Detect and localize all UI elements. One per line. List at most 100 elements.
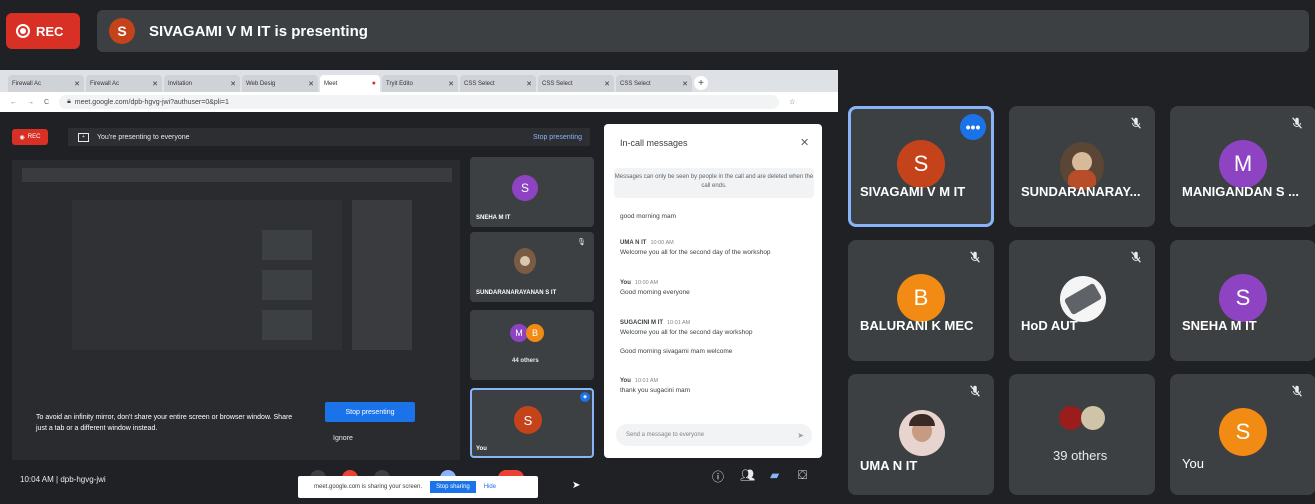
participant-name: UMA N IT	[860, 458, 918, 473]
presenting-banner: S SIVAGAMI V M IT is presenting	[97, 10, 1309, 52]
presenting-text: SIVAGAMI V M IT is presenting	[149, 22, 368, 40]
chat-message: good morning mam	[620, 213, 676, 220]
mirror-tile	[262, 270, 312, 300]
participant-photo	[1060, 142, 1104, 190]
browser-tab[interactable]: Firewall Ac ✕	[86, 75, 162, 92]
mic-off-icon	[1292, 117, 1302, 129]
back-arrow-icon[interactable]: ←	[10, 99, 17, 106]
browser-tab[interactable]: Web Desig ✕	[242, 75, 318, 92]
close-icon[interactable]: ✕	[604, 80, 610, 88]
mirror-tile	[262, 310, 312, 340]
browser-tab-active[interactable]: Meet ●	[320, 75, 380, 92]
meeting-info: 10:04 AM | dpb-hgvg-jwi	[20, 475, 106, 484]
participant-photo	[1060, 276, 1106, 322]
participant-avatar: S	[897, 140, 945, 188]
more-options-icon[interactable]: •••	[960, 114, 986, 140]
chat-icon[interactable]: ▰	[770, 468, 779, 482]
info-icon[interactable]: ⓘ	[712, 468, 724, 485]
participant-photo	[1081, 406, 1105, 430]
chat-message: Good morning sivagami mam welcome	[620, 348, 733, 355]
in-call-messages-panel: In-call messages ✕ Messages can only be …	[604, 124, 822, 458]
reload-icon[interactable]: C	[44, 99, 49, 106]
close-icon[interactable]: ✕	[74, 80, 80, 88]
people-icon[interactable]: 👥︎	[740, 468, 755, 482]
participant-tile[interactable]: HoD AUT	[1009, 240, 1155, 361]
url-field[interactable]: 🔒︎ meet.google.com/dpb-hgvg-jwi?authuser=…	[59, 95, 780, 109]
star-icon[interactable]: ☆	[789, 98, 795, 106]
participant-tile[interactable]: M MANIGANDAN S ...	[1170, 106, 1315, 227]
stop-presenting-button[interactable]: Stop presenting	[325, 402, 415, 422]
browser-tab[interactable]: CSS Select ✕	[616, 75, 692, 92]
chat-message: You 10:01 AM thank you sugacini mam	[620, 378, 691, 394]
browser-tab-strip: Firewall Ac ✕ Firewall Ac ✕ Invitation ✕ We…	[0, 70, 838, 92]
stop-sharing-button[interactable]: Stop sharing	[430, 481, 476, 493]
participant-avatar: B	[526, 324, 544, 342]
inner-stop-presenting-link[interactable]: Stop presenting	[533, 134, 582, 141]
mouse-cursor-icon: ➤	[572, 480, 581, 491]
chat-message: UMA N IT 10:00 AM Welcome you all for the…	[620, 240, 771, 256]
screen-sharing-bar: meet.google.com is sharing your screen. …	[298, 476, 538, 498]
close-icon[interactable]: ✕	[526, 80, 532, 88]
present-screen-icon: +	[78, 132, 89, 142]
browser-tab[interactable]: Tryit Edito ✕	[382, 75, 458, 92]
inner-participant-tile-self: S ◆ You	[470, 388, 594, 458]
chat-message-input[interactable]: Send a message to everyone ➤	[616, 424, 812, 446]
participant-name: 44 others	[512, 358, 539, 364]
browser-tab[interactable]: CSS Select ✕	[460, 75, 536, 92]
close-icon[interactable]: ✕	[800, 136, 809, 149]
participant-tile-self[interactable]: S You	[1170, 374, 1315, 495]
others-count: 39 others	[1053, 448, 1108, 463]
participant-name: SUNDARANARAY...	[1021, 184, 1141, 199]
new-tab-plus-icon[interactable]: +	[694, 76, 708, 90]
close-icon[interactable]: ✕	[152, 80, 158, 88]
participant-name: You	[1182, 456, 1204, 471]
shared-screen: Firewall Ac ✕ Firewall Ac ✕ Invitation ✕ We…	[0, 70, 838, 500]
chat-info-note: Messages can only be seen by people in t…	[614, 168, 814, 198]
close-icon[interactable]: ✕	[308, 80, 314, 88]
record-icon: ◉	[19, 134, 25, 141]
rec-label: REC	[36, 23, 64, 39]
participant-photo	[899, 410, 945, 456]
mirror-bar	[22, 168, 452, 182]
mic-off-icon	[1131, 117, 1141, 129]
close-icon[interactable]: ✕	[230, 80, 236, 88]
inner-participant-tile: M B 44 others	[470, 310, 594, 380]
participant-avatar: S	[514, 406, 542, 434]
inner-participant-tile: 🎙︎ SUNDARANARAYANAN S IT	[470, 232, 594, 302]
recording-indicator[interactable]: REC	[6, 13, 80, 49]
ignore-button[interactable]: Ignore	[333, 435, 353, 442]
record-icon: ●	[371, 80, 376, 87]
participant-tile[interactable]: B BALURANI K MEC	[848, 240, 994, 361]
close-icon[interactable]: ✕	[448, 80, 454, 88]
participant-tile[interactable]: UMA N IT	[848, 374, 994, 495]
inner-recording-indicator: ◉ REC	[12, 129, 48, 145]
participant-avatar: S	[1219, 274, 1267, 322]
participant-name: BALURANI K MEC	[860, 318, 974, 333]
participant-tile-group[interactable]: 39 others	[1009, 374, 1155, 495]
browser-tab[interactable]: Invitation ✕	[164, 75, 240, 92]
chat-message: You 10:00 AM Good morning everyone	[620, 280, 690, 296]
presenter-avatar: S	[109, 18, 135, 44]
infinity-mirror-warning: To avoid an infinity mirror, don't share…	[36, 414, 293, 432]
participant-name: You	[476, 446, 487, 452]
activities-icon[interactable]: ⛋	[798, 468, 807, 483]
hide-link[interactable]: Hide	[484, 484, 496, 490]
browser-tab[interactable]: CSS Select ✕	[538, 75, 614, 92]
chat-title: In-call messages	[620, 138, 688, 148]
close-icon[interactable]: ✕	[682, 80, 688, 88]
browser-tab[interactable]: Firewall Ac ✕	[8, 75, 84, 92]
mic-off-icon	[970, 251, 980, 263]
participant-name: SNEHA M IT	[1182, 318, 1257, 333]
mic-off-icon	[1292, 385, 1302, 397]
participant-name: SNEHA M IT	[476, 215, 511, 221]
meet-inner-view: ◉ REC + You're presenting to everyone Sto…	[0, 112, 838, 500]
top-bar: REC S SIVAGAMI V M IT is presenting	[0, 0, 1315, 60]
participant-tile[interactable]: SUNDARANARAY...	[1009, 106, 1155, 227]
address-bar: ← → C 🔒︎ meet.google.com/dpb-hgvg-jwi?aut…	[0, 92, 838, 112]
participant-tile[interactable]: S SNEHA M IT	[1170, 240, 1315, 361]
inner-participant-tile: S SNEHA M IT	[470, 157, 594, 227]
forward-arrow-icon[interactable]: →	[27, 99, 34, 106]
send-icon[interactable]: ➤	[797, 431, 804, 440]
participant-avatar: M	[1219, 140, 1267, 188]
participant-tile-active[interactable]: ••• S SIVAGAMI V M IT	[848, 106, 994, 227]
